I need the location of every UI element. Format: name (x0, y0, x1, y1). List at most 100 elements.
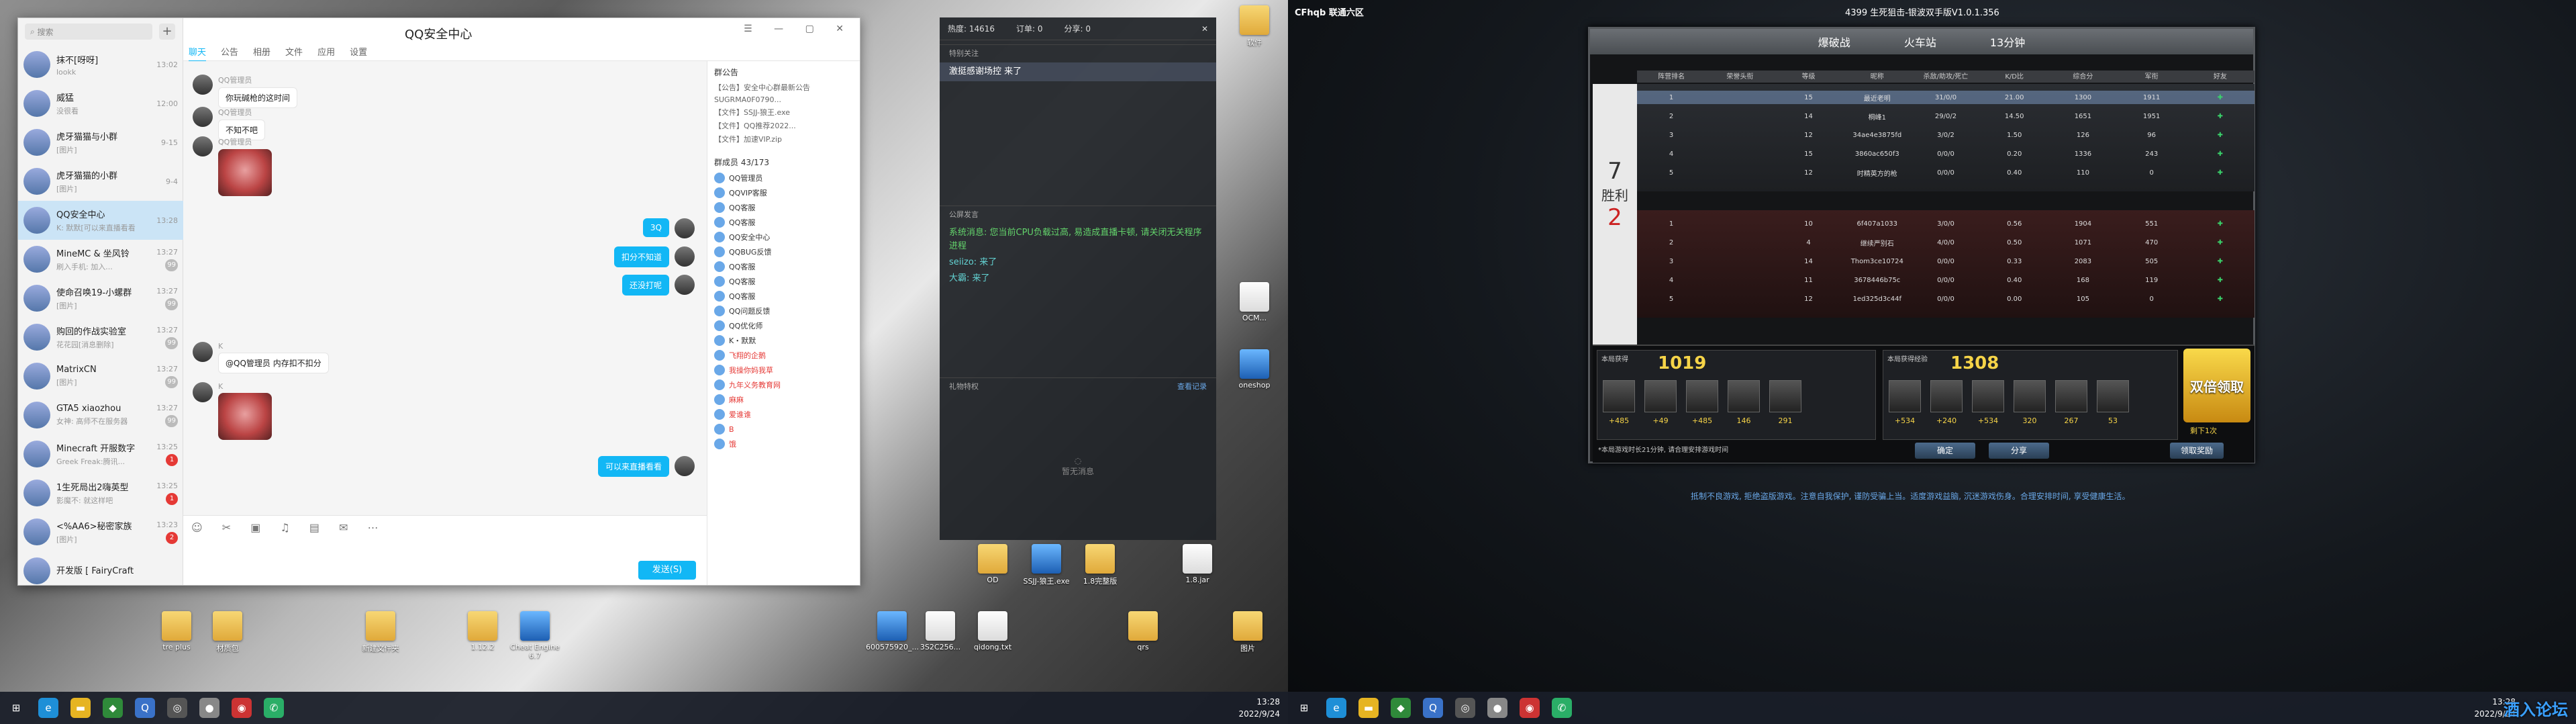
wechat-icon[interactable]: ✆ (1552, 698, 1572, 718)
conversation-item[interactable]: 抹不[呀呀] lookk 13:02 (18, 45, 183, 84)
player-row[interactable]: 1 15 最近老明 31/0/0 21.00 1300 1911 ✚ (1637, 91, 2255, 104)
send-button[interactable]: 发送(S) (638, 561, 696, 580)
desktop-icon[interactable]: 新建文件夹 (354, 611, 407, 653)
close-icon[interactable]: ✕ (1201, 24, 1208, 34)
tab-album[interactable]: 相册 (253, 45, 270, 62)
add-friend-icon[interactable]: ✚ (2186, 296, 2255, 303)
qq-icon[interactable]: Q (1423, 698, 1443, 718)
desktop-icon[interactable]: 软件 (1228, 5, 1281, 48)
desktop-icon[interactable]: qrs (1117, 611, 1169, 651)
player-row[interactable]: 4 15 3860ac650f3 0/0/0 0.20 1336 243 ✚ (1637, 147, 2255, 161)
add-friend-icon[interactable]: ✚ (2186, 113, 2255, 120)
desktop-icon[interactable]: 图片 (1222, 611, 1274, 653)
conversation-item[interactable]: QQ安全中心 K: 默默[可以来直播看看 13:28 (18, 201, 183, 240)
member-item[interactable]: QQ问题反馈 (707, 304, 860, 318)
tab-apps[interactable]: 应用 (317, 45, 335, 62)
player-row[interactable]: 5 12 时精英方的枪 0/0/0 0.40 110 0 ✚ (1637, 166, 2255, 179)
search-input[interactable]: ⌕ 搜索 (25, 24, 152, 40)
member-item[interactable]: QQ管理员 (707, 171, 860, 185)
app-icon[interactable]: ● (1487, 698, 1507, 718)
member-item[interactable]: QQBUG反馈 (707, 244, 860, 259)
add-friend-icon[interactable]: ✚ (2186, 150, 2255, 158)
desktop-icon[interactable]: 600575920_... (866, 611, 919, 651)
conversation-item[interactable]: 开发版 [ FairyCraft (18, 551, 183, 585)
explorer-icon[interactable]: ▬ (70, 698, 91, 718)
desktop-icon[interactable]: OCM... (1228, 282, 1281, 322)
wechat-icon[interactable]: ✆ (264, 698, 284, 718)
explorer-icon[interactable]: ▬ (1358, 698, 1379, 718)
announcement-line[interactable]: 【文件】加速VIP.zip (707, 132, 860, 146)
conversation-item[interactable]: MineMC & 坐风铃 刷入手机: 加入... 13:27 99 (18, 240, 183, 279)
add-button[interactable]: + (159, 24, 175, 40)
conversation-item[interactable]: 使命召唤19-小螺群 [图片] 13:27 99 (18, 279, 183, 318)
member-item[interactable]: QQ优化师 (707, 318, 860, 333)
conversation-item[interactable]: 虎牙猫猫的小群 [图片] 9-4 (18, 162, 183, 201)
claim-button[interactable]: 领取奖励 (2170, 443, 2224, 459)
desktop-icon[interactable]: 3S2C256... (914, 611, 967, 651)
member-item[interactable]: 九年义务教育网 (707, 377, 860, 392)
conversation-item[interactable]: 威猛 没很看 12:00 (18, 84, 183, 123)
confirm-button[interactable]: 确定 (1915, 443, 1975, 459)
desktop-icon[interactable]: 1.8.jar (1171, 544, 1224, 584)
app-icon[interactable]: ● (199, 698, 219, 718)
steam-icon[interactable]: ◎ (1455, 698, 1475, 718)
member-item[interactable]: 饿 (707, 437, 860, 451)
record-icon[interactable]: ◉ (232, 698, 252, 718)
player-row[interactable]: 5 12 1ed325d3c44f 0/0/0 0.00 105 0 ✚ (1637, 292, 2255, 306)
steam-icon[interactable]: ◎ (167, 698, 187, 718)
player-row[interactable]: 2 14 桐峰1 29/0/2 14.50 1651 1951 ✚ (1637, 109, 2255, 123)
clock[interactable]: 13:28 2022/9/24 (1238, 696, 1280, 720)
qq-icon[interactable]: Q (135, 698, 155, 718)
player-row[interactable]: 3 14 Thom3ce10724 0/0/0 0.33 2083 505 ✚ (1637, 255, 2255, 268)
record-icon[interactable]: ◉ (1520, 698, 1540, 718)
player-row[interactable]: 3 12 34ae4e3875fd 3/0/2 1.50 126 96 ✚ (1637, 128, 2255, 142)
member-item[interactable]: 我操你妈我草 (707, 363, 860, 377)
tab-announcement[interactable]: 公告 (221, 45, 238, 62)
desktop-icon[interactable]: qidong.txt (967, 611, 1019, 651)
tab-files[interactable]: 文件 (285, 45, 303, 62)
player-row[interactable]: 1 10 6f407a1033 3/0/0 0.56 1904 551 ✚ (1637, 217, 2255, 230)
member-item[interactable]: 飞翔的企鹅 (707, 348, 860, 363)
announcement-line[interactable]: 【文件】QQ推荐2022... (707, 119, 860, 132)
message-input-area[interactable]: ☺ ✂ ▣ ♫ ▤ ✉ ⋯ 发送(S) (183, 515, 707, 585)
member-item[interactable]: 爱谁谁 (707, 407, 860, 422)
announcement-line[interactable]: 【公告】安全中心群最新公告 (707, 81, 860, 94)
start-icon[interactable]: ⊞ (6, 698, 26, 718)
member-item[interactable]: QQVIP客服 (707, 185, 860, 200)
double-reward-button[interactable]: 双倍领取 (2183, 349, 2250, 422)
share-button[interactable]: 分享 (1989, 443, 2049, 459)
member-item[interactable]: QQ客服 (707, 259, 860, 274)
add-friend-icon[interactable]: ✚ (2186, 220, 2255, 228)
shield-icon[interactable]: ◆ (1391, 698, 1411, 718)
add-friend-icon[interactable]: ✚ (2186, 277, 2255, 284)
shield-icon[interactable]: ◆ (103, 698, 123, 718)
player-row[interactable]: 2 4 继续严别石 4/0/0 0.50 1071 470 ✚ (1637, 236, 2255, 249)
member-item[interactable]: K・默默 (707, 333, 860, 348)
desktop-icon[interactable]: 材质包 (201, 611, 254, 653)
start-icon[interactable]: ⊞ (1294, 698, 1314, 718)
add-friend-icon[interactable]: ✚ (2186, 239, 2255, 246)
member-item[interactable]: B (707, 422, 860, 437)
announcement-line[interactable]: SUGRMA0F0790... (707, 94, 860, 105)
conversation-item[interactable]: Minecraft 开服数字 Greek Freak:腾讯... 13:25 1 (18, 435, 183, 473)
desktop-icon[interactable]: 1.12.2 (456, 611, 509, 651)
edge-icon[interactable]: e (38, 698, 58, 718)
edge-icon[interactable]: e (1326, 698, 1346, 718)
player-row[interactable]: 4 11 3678446b75c 0/0/0 0.40 168 119 ✚ (1637, 273, 2255, 287)
desktop-icon[interactable]: oneshop (1228, 349, 1281, 390)
member-item[interactable]: QQ客服 (707, 215, 860, 230)
add-friend-icon[interactable]: ✚ (2186, 169, 2255, 177)
tab-settings[interactable]: 设置 (350, 45, 367, 62)
desktop-icon[interactable]: OD (967, 544, 1019, 584)
add-friend-icon[interactable]: ✚ (2186, 94, 2255, 101)
conversation-item[interactable]: 虎牙猫猫与小群 [图片] 9-15 (18, 123, 183, 162)
conversation-item[interactable]: 1生死局出2嗨英型 影魔不: 就这样吧 13:25 1 (18, 473, 183, 512)
member-item[interactable]: 麻麻 (707, 392, 860, 407)
member-item[interactable]: QQ安全中心 (707, 230, 860, 244)
conversation-item[interactable]: GTA5 xiaozhou 女神: 高师不在服务器 13:27 99 (18, 396, 183, 435)
member-item[interactable]: QQ客服 (707, 274, 860, 289)
desktop-icon[interactable]: SSJJ-狼王.exe (1020, 544, 1073, 586)
window-controls[interactable]: ☰ — ▢ ✕ (744, 24, 853, 34)
conversation-item[interactable]: 购回的作战实验室 花花园[消息删除] 13:27 99 (18, 318, 183, 357)
add-friend-icon[interactable]: ✚ (2186, 132, 2255, 139)
